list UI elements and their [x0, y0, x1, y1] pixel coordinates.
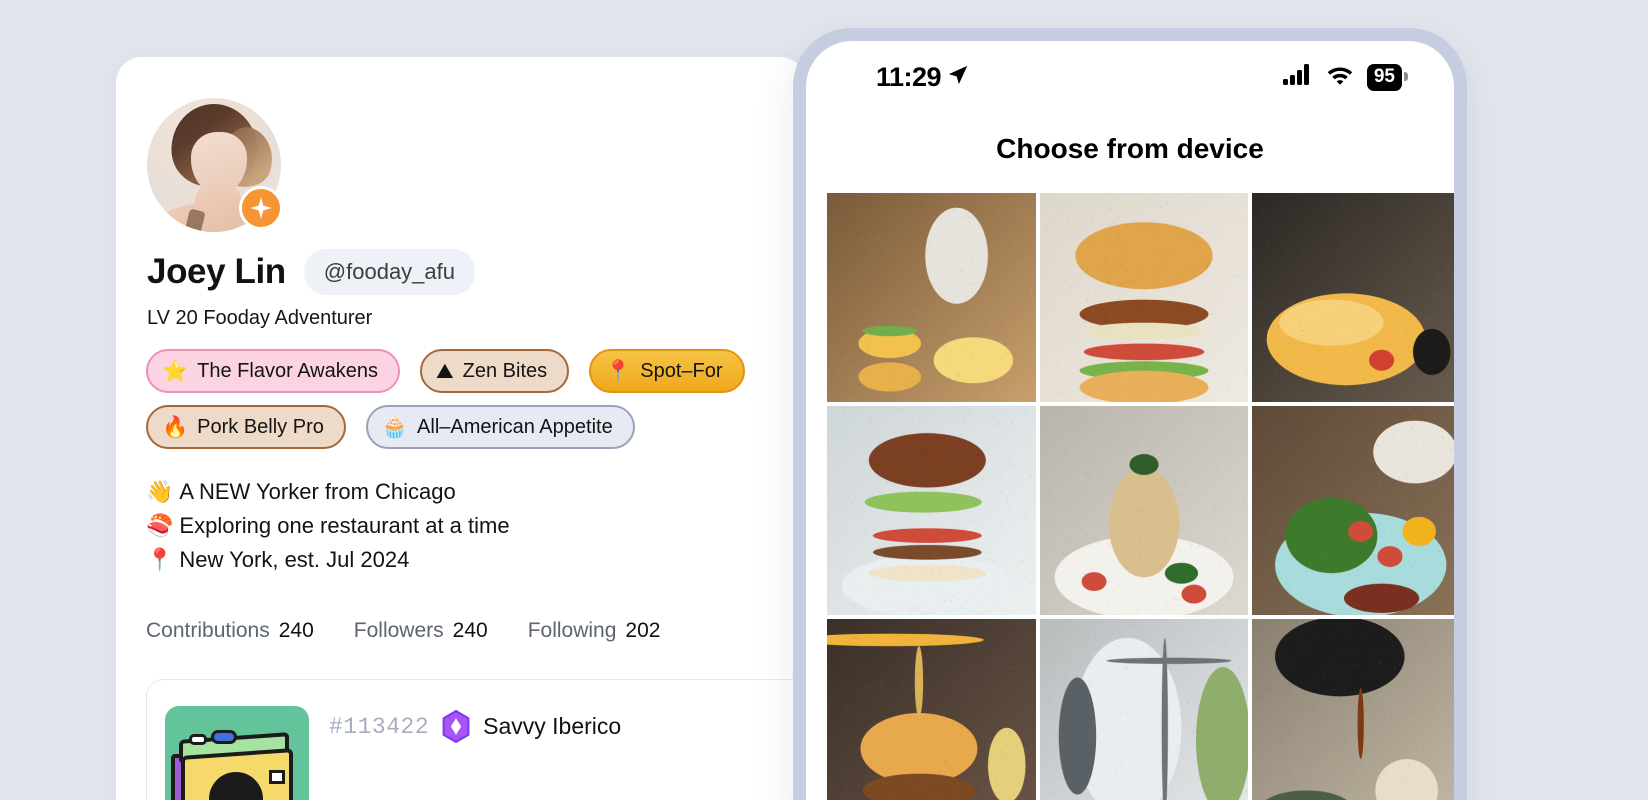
status-bar-right: 95	[1283, 64, 1402, 91]
wifi-icon	[1326, 64, 1354, 90]
post-title: Savvy Iberico	[483, 713, 621, 740]
post-card[interactable]: FOODAY #113422 Savvy Iberico	[146, 679, 806, 800]
badge-pork-belly-pro[interactable]: 🔥 Pork Belly Pro	[146, 405, 346, 449]
bio-text: A NEW Yorker from Chicago	[179, 479, 455, 504]
star-icon: ⭐	[162, 361, 188, 382]
bio: 👋 A NEW Yorker from Chicago 🍣 Exploring on…	[146, 475, 510, 577]
badge-label: Spot–For	[640, 360, 722, 383]
badge-spot-forger[interactable]: 📍 Spot–For	[589, 349, 744, 393]
wave-icon: 👋	[146, 479, 173, 504]
badge-all-american-appetite[interactable]: 🧁 All–American Appetite	[366, 405, 635, 449]
bio-line: 🍣 Exploring one restaurant at a time	[146, 509, 510, 543]
stat-value: 202	[625, 619, 660, 643]
photo-cell[interactable]	[1252, 406, 1454, 615]
photo-cell[interactable]	[1252, 193, 1454, 402]
badge-row-2: 🔥 Pork Belly Pro 🧁 All–American Appetite	[146, 405, 806, 449]
device-photo-grid	[827, 193, 1454, 800]
stat-label: Following	[528, 619, 617, 643]
profile-card: Joey Lin @fooday_afu LV 20 Fooday Advent…	[116, 57, 806, 800]
map-pin-icon: 📍	[605, 361, 631, 382]
sparkle-verified-icon	[239, 186, 283, 230]
photo-cell[interactable]	[1040, 406, 1249, 615]
bio-line: 📍 New York, est. Jul 2024	[146, 543, 510, 577]
badge-label: Zen Bites	[463, 360, 547, 383]
clock: 11:29	[876, 62, 941, 93]
phone-mockup: 11:29 95 Choose from device	[793, 28, 1467, 800]
page-title: Joey Lin	[147, 252, 286, 292]
handle-pill[interactable]: @fooday_afu	[304, 249, 475, 295]
photo-cell[interactable]	[1252, 619, 1454, 800]
sushi-icon: 🍣	[146, 513, 173, 538]
bio-text: New York, est. Jul 2024	[179, 547, 409, 572]
bio-line: 👋 A NEW Yorker from Chicago	[146, 475, 510, 509]
badge-row-1: ⭐ The Flavor Awakens ⛰ Zen Bites 📍 Spot–…	[146, 349, 806, 393]
stat-value: 240	[279, 619, 314, 643]
purple-gem-icon	[441, 710, 471, 743]
mountain-icon: ⛰	[436, 361, 454, 382]
battery-indicator: 95	[1367, 64, 1402, 91]
post-id: #113422	[329, 714, 429, 740]
photo-cell[interactable]	[827, 193, 1036, 402]
stat-followers[interactable]: Followers 240	[354, 619, 488, 643]
stat-label: Followers	[354, 619, 444, 643]
badge-list: ⭐ The Flavor Awakens ⛰ Zen Bites 📍 Spot–…	[146, 349, 806, 461]
photo-cell[interactable]	[827, 406, 1036, 615]
badge-label: Pork Belly Pro	[197, 416, 324, 439]
stats-row: Contributions 240 Followers 240 Followin…	[146, 619, 660, 643]
stat-contributions[interactable]: Contributions 240	[146, 619, 314, 643]
disposable-camera-icon: FOODAY	[165, 706, 309, 800]
name-row: Joey Lin @fooday_afu	[147, 249, 475, 295]
phone-screen: 11:29 95 Choose from device	[806, 41, 1454, 800]
avatar[interactable]	[147, 98, 281, 232]
photo-cell[interactable]	[1040, 193, 1249, 402]
stat-value: 240	[453, 619, 488, 643]
cellular-bars-icon	[1283, 64, 1313, 90]
badge-zen-bites[interactable]: ⛰ Zen Bites	[420, 349, 569, 393]
badge-label: The Flavor Awakens	[197, 360, 378, 383]
post-meta: #113422 Savvy Iberico	[329, 710, 621, 743]
photo-cell[interactable]	[1040, 619, 1249, 800]
badge-label: All–American Appetite	[417, 416, 613, 439]
fire-icon: 🔥	[162, 417, 188, 438]
status-bar-left: 11:29	[876, 62, 969, 93]
cupcake-icon: 🧁	[382, 417, 408, 438]
badge-flavor-awakens[interactable]: ⭐ The Flavor Awakens	[146, 349, 400, 393]
sheet-title: Choose from device	[806, 133, 1454, 165]
status-bar: 11:29 95	[806, 41, 1454, 113]
photo-cell[interactable]	[827, 619, 1036, 800]
level-label: LV 20 Fooday Adventurer	[147, 307, 372, 330]
stat-following[interactable]: Following 202	[528, 619, 661, 643]
stat-label: Contributions	[146, 619, 270, 643]
location-arrow-icon	[947, 64, 969, 91]
bio-text: Exploring one restaurant at a time	[179, 513, 509, 538]
pin-icon: 📍	[146, 547, 173, 572]
